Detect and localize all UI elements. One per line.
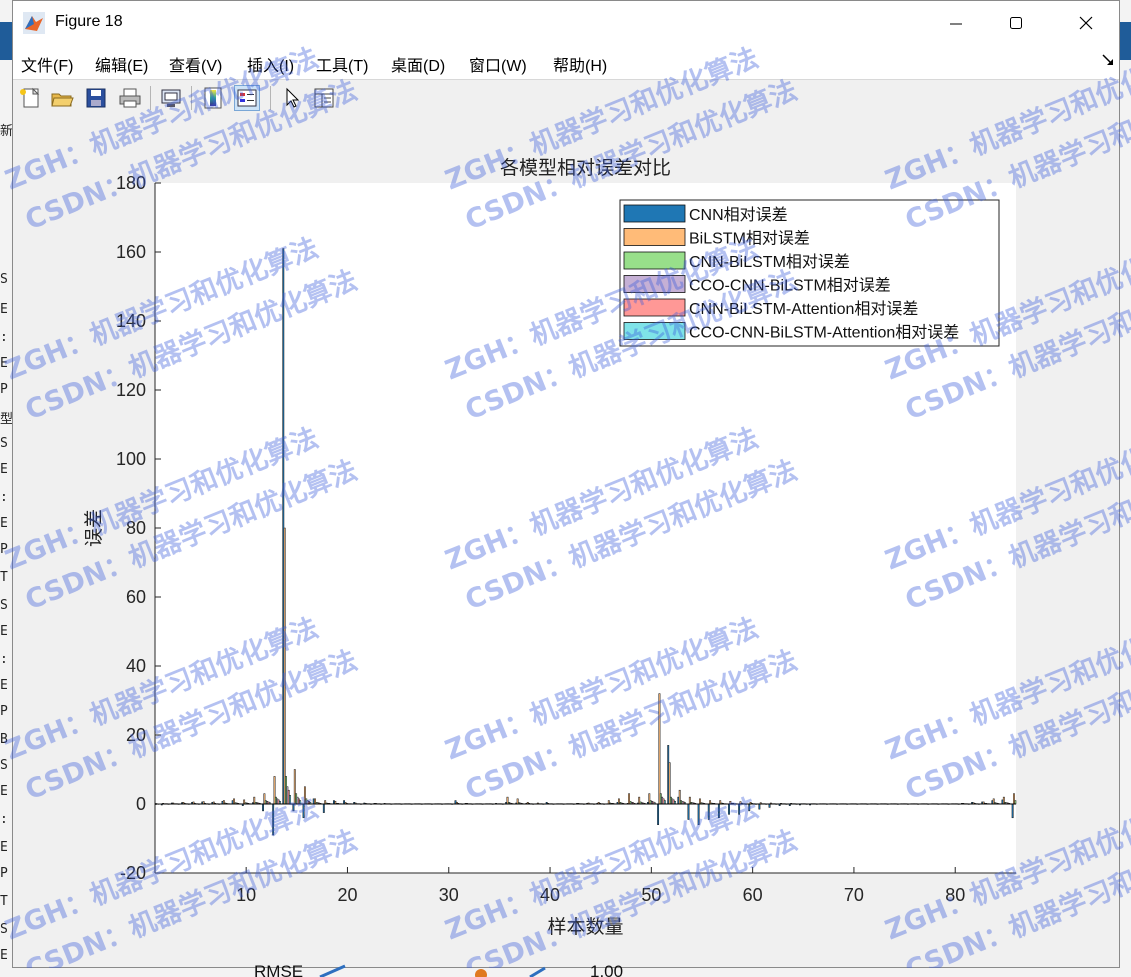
- bar: [262, 803, 264, 812]
- y-tick-label: 0: [136, 794, 146, 814]
- bar: [768, 803, 771, 808]
- background-metric-label: RMSE: [254, 962, 303, 977]
- background-metric-value: 1.00: [590, 962, 623, 977]
- legend-swatch: [623, 204, 686, 223]
- x-tick-label: 70: [844, 885, 864, 905]
- bar: [322, 803, 325, 813]
- bar: [1011, 803, 1014, 819]
- bar: [657, 803, 660, 825]
- y-tick-label: 60: [126, 587, 146, 607]
- legend-entry-label: CNN相对误差: [689, 206, 788, 224]
- figure-canvas: -20020406080100120140160180 10 20 30 40 50 60…: [1, 42, 1131, 977]
- x-tick-label: 20: [337, 885, 357, 905]
- y-tick-label: 100: [116, 449, 146, 469]
- y-tick-label: 40: [126, 656, 146, 676]
- legend-entry-label: CCO-CNN-BiLSTM-Attention相对误差: [689, 324, 959, 342]
- legend-swatch: [623, 228, 686, 246]
- bar: [758, 803, 761, 810]
- bar: [283, 527, 286, 805]
- y-tick-label: 160: [116, 242, 146, 262]
- x-tick-label: 60: [743, 885, 763, 905]
- bar: [663, 800, 666, 805]
- x-tick-label: 30: [439, 885, 459, 905]
- bar: [1014, 800, 1017, 805]
